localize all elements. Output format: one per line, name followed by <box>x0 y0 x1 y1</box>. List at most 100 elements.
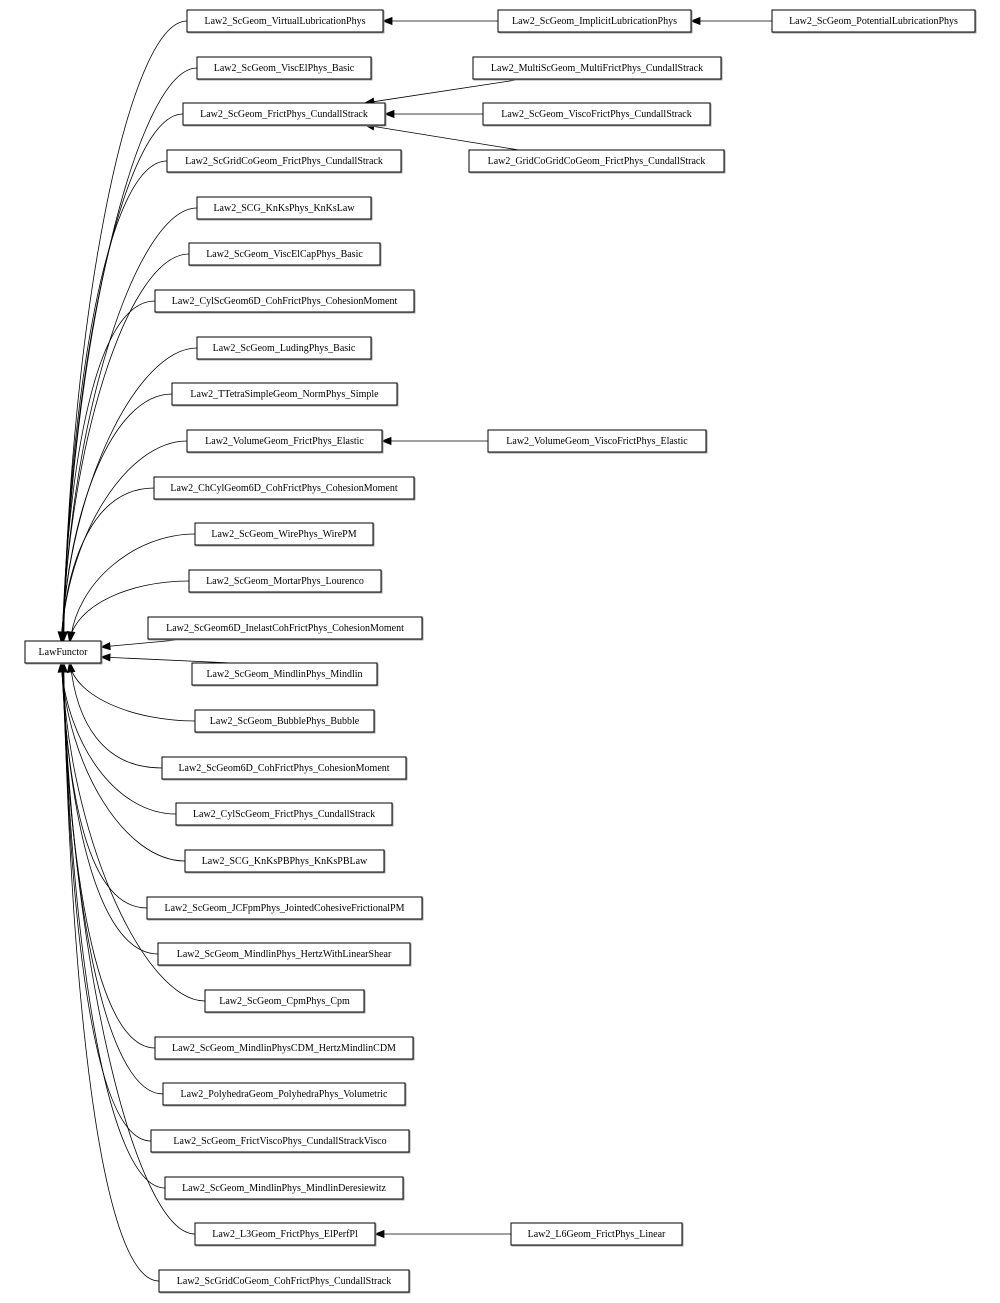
node-label: Law2_ScGridCoGeom_FrictPhys_CundallStrac… <box>185 156 383 167</box>
class-node-law2-scgeom-implicitlubricationphys[interactable]: Law2_ScGeom_ImplicitLubricationPhys <box>497 9 693 34</box>
node-label: Law2_TTetraSimpleGeom_NormPhys_Simple <box>190 389 379 400</box>
class-node-law2-scgeom-mortarphys-lourenco[interactable]: Law2_ScGeom_MortarPhys_Lourenco <box>188 569 383 594</box>
edge-line <box>63 20 188 642</box>
class-node-law2-scgeom6d-inelastcohfrictphys-cohesionmoment[interactable]: Law2_ScGeom6D_InelastCohFrictPhys_Cohesi… <box>147 616 424 641</box>
class-node-law2-polyhedrageom-polyhedraphys-volumetric[interactable]: Law2_PolyhedraGeom_PolyhedraPhys_Volumet… <box>162 1082 407 1107</box>
inheritance-edge-law2-ttetrasimplegeom-normphys-simple <box>57 393 173 643</box>
inheritance-edge-law2-scgeom6d-cohfrictphys-cohesionmoment <box>67 661 163 769</box>
edge-line <box>60 662 177 815</box>
node-label: Law2_ScGeom_MindlinPhys_Mindlin <box>206 669 362 680</box>
edge-line <box>63 662 160 1282</box>
class-node-law2-scgeom-virtuallubricationphys[interactable]: Law2_ScGeom_VirtualLubricationPhys <box>186 9 385 34</box>
edge-line <box>364 124 520 151</box>
node-label: Law2_ScGeom_MortarPhys_Lourenco <box>206 576 364 587</box>
node-label: Law2_MultiScGeom_MultiFrictPhys_CundallS… <box>491 63 703 74</box>
node-label: Law2_ScGeom_ViscElCapPhys_Basic <box>206 249 363 260</box>
class-node-law2-scg-knkspbphys-knkspblaw[interactable]: Law2_SCG_KnKsPBPhys_KnKsPBLaw <box>184 849 386 874</box>
inheritance-edge-law2-chcylgeom6d-cohfrictphys-cohesionmoment <box>57 487 155 643</box>
class-node-law2-scgeom-bubblephys-bubble[interactable]: Law2_ScGeom_BubblePhys_Bubble <box>194 709 376 734</box>
class-node-law2-chcylgeom6d-cohfrictphys-cohesionmoment[interactable]: Law2_ChCylGeom6D_CohFrictPhys_CohesionMo… <box>153 476 416 501</box>
node-label: Law2_ScGeom_MindlinPhys_HertzWithLinearS… <box>177 949 392 960</box>
class-node-law2-scgeom-cpmphys-cpm[interactable]: Law2_ScGeom_CpmPhys_Cpm <box>204 989 366 1014</box>
inheritance-edge-law2-volumegeom-viscofrictphys-elastic <box>380 436 488 446</box>
inheritance-edge-law2-scgeom-frictphys-cundallstrack <box>59 113 184 643</box>
inheritance-diagram: LawFunctor Law2_ScGeom_VirtualLubrication… <box>24 9 977 1294</box>
edge-line <box>100 656 233 664</box>
class-node-law2-scgridcogeom-frictphys-cundallstrack[interactable]: Law2_ScGridCoGeom_FrictPhys_CundallStrac… <box>166 149 403 174</box>
inheritance-edge-law2-scgeom-potentiallubricationphys <box>689 16 772 26</box>
edge-line <box>61 300 156 642</box>
node-label: Law2_ScGeom6D_CohFrictPhys_CohesionMomen… <box>178 763 389 774</box>
class-node-law2-gridcogridcogeom-frictphys-cundallstrack[interactable]: Law2_GridCoGridCoGeom_FrictPhys_CundallS… <box>468 149 726 174</box>
node-label: Law2_CylScGeom_FrictPhys_CundallStrack <box>193 809 375 820</box>
node-label: Law2_ScGeom_ViscElPhys_Basic <box>214 63 355 74</box>
inheritance-edge-law2-l6geom-frictphys-linear <box>373 1229 511 1239</box>
edge-line <box>62 160 168 642</box>
node-label: Law2_ScGeom_CpmPhys_Cpm <box>219 996 350 1007</box>
edge-line <box>68 662 196 722</box>
node-label: Law2_ScGeom_JCFpmPhys_JointedCohesiveFri… <box>165 903 405 914</box>
inheritance-edge-law2-scgeom-viscofrictphys-cundallstrack <box>383 109 483 119</box>
class-node-law2-scgeom-mindlinphys-mindlinderesiewitz[interactable]: Law2_ScGeom_MindlinPhys_MindlinDeresiewi… <box>164 1176 405 1201</box>
node-label: Law2_ScGeom_PotentialLubricationPhys <box>789 16 958 27</box>
node-label: Law2_ScGeom_VirtualLubricationPhys <box>204 16 365 27</box>
inheritance-edge-law2-volumegeom-frictphys-elastic <box>57 440 188 643</box>
inheritance-edge-law2-multiscgeom-multifrictphys-cundallstrack <box>363 78 524 106</box>
class-node-law2-scgeom-viscelphys-basic[interactable]: Law2_ScGeom_ViscElPhys_Basic <box>196 56 373 81</box>
node-label: Law2_SCG_KnKsPhys_KnKsLaw <box>213 203 355 214</box>
inheritance-edge-law2-scgeom-implicitlubricationphys <box>381 16 498 26</box>
node-label: Law2_ScGeom_ViscoFrictPhys_CundallStrack <box>501 109 692 120</box>
inheritance-edge-law2-scgeom-mindlinphyscdm-hertzmindlincdm <box>58 661 156 1049</box>
node-label: Law2_ScGeom_LudingPhys_Basic <box>213 343 356 354</box>
class-node-law2-multiscgeom-multifrictphys-cundallstrack[interactable]: Law2_MultiScGeom_MultiFrictPhys_CundallS… <box>472 56 723 81</box>
class-node-lawfunctor[interactable]: LawFunctor <box>24 640 103 665</box>
node-label: LawFunctor <box>39 647 89 658</box>
inheritance-edge-law2-gridcogridcogeom-frictphys-cundallstrack <box>363 122 520 151</box>
node-label: Law2_ScGeom6D_InelastCohFrictPhys_Cohesi… <box>166 623 404 634</box>
inheritance-edge-law2-scg-knksphys-knkslaw <box>58 207 198 643</box>
inheritance-edge-law2-scgridcogeom-cohfrictphys-cundallstrack <box>59 661 160 1282</box>
edge-line <box>62 113 184 642</box>
class-node-law2-scgeom-wirephys-wirepm[interactable]: Law2_ScGeom_WirePhys_WirePM <box>194 522 375 547</box>
nodes-layer: LawFunctor Law2_ScGeom_VirtualLubrication… <box>24 9 977 1294</box>
node-label: Law2_ScGeom_FrictViscoPhys_CundallStrack… <box>173 1136 386 1147</box>
class-node-law2-scgeom-jcfpmphys-jointedcohesivefrictionalpm[interactable]: Law2_ScGeom_JCFpmPhys_JointedCohesiveFri… <box>146 896 424 921</box>
class-node-law2-scgeom-ludingphys-basic[interactable]: Law2_ScGeom_LudingPhys_Basic <box>196 336 373 361</box>
edge-line <box>60 440 188 642</box>
inheritance-edge-law2-scgeom-bubblephys-bubble <box>66 661 196 722</box>
node-label: Law2_VolumeGeom_FrictPhys_Elastic <box>205 436 364 447</box>
node-label: Law2_VolumeGeom_ViscoFrictPhys_Elastic <box>506 436 688 447</box>
edge-line <box>62 662 152 1142</box>
class-node-law2-l3geom-frictphys-elperfpl[interactable]: Law2_L3Geom_FrictPhys_ElPerfPl <box>194 1222 377 1247</box>
edge-line <box>62 207 198 642</box>
node-label: Law2_SCG_KnKsPBPhys_KnKsPBLaw <box>202 856 368 867</box>
class-node-law2-scg-knksphys-knkslaw[interactable]: Law2_SCG_KnKsPhys_KnKsLaw <box>196 196 373 221</box>
class-node-law2-volumegeom-viscofrictphys-elastic[interactable]: Law2_VolumeGeom_ViscoFrictPhys_Elastic <box>487 429 708 454</box>
class-node-law2-l6geom-frictphys-linear[interactable]: Law2_L6Geom_FrictPhys_Linear <box>510 1222 684 1247</box>
class-node-law2-scgridcogeom-cohfrictphys-cundallstrack[interactable]: Law2_ScGridCoGeom_CohFrictPhys_CundallSt… <box>158 1269 411 1294</box>
class-node-law2-scgeom-viscofrictphys-cundallstrack[interactable]: Law2_ScGeom_ViscoFrictPhys_CundallStrack <box>482 102 712 127</box>
class-node-law2-scgeom-mindlinphyscdm-hertzmindlincdm[interactable]: Law2_ScGeom_MindlinPhysCDM_HertzMindlinC… <box>154 1036 415 1061</box>
class-node-law2-scgeom-frictphys-cundallstrack[interactable]: Law2_ScGeom_FrictPhys_CundallStrack <box>182 102 387 127</box>
class-node-law2-cylscgeom-frictphys-cundallstrack[interactable]: Law2_CylScGeom_FrictPhys_CundallStrack <box>175 802 394 827</box>
class-node-law2-scgeom-frictviscophys-cundallstrackvisco[interactable]: Law2_ScGeom_FrictViscoPhys_CundallStrack… <box>150 1129 411 1154</box>
class-node-law2-cylscgeom6d-cohfrictphys-cohesionmoment[interactable]: Law2_CylScGeom6D_CohFrictPhys_CohesionMo… <box>154 289 416 314</box>
node-label: Law2_PolyhedraGeom_PolyhedraPhys_Volumet… <box>180 1089 388 1100</box>
inheritance-edge-law2-scgeom6d-inelastcohfrictphys-cohesionmoment <box>99 638 189 651</box>
edge-line <box>364 78 524 104</box>
node-label: Law2_GridCoGridCoGeom_FrictPhys_CundallS… <box>488 156 706 167</box>
node-label: Law2_ScGeom_BubblePhys_Bubble <box>210 716 360 727</box>
edge-line <box>62 662 164 1095</box>
class-node-law2-scgeom6d-cohfrictphys-cohesionmoment[interactable]: Law2_ScGeom6D_CohFrictPhys_CohesionMomen… <box>161 756 408 781</box>
node-label: Law2_CylScGeom6D_CohFrictPhys_CohesionMo… <box>172 296 398 307</box>
inheritance-edge-law2-scgeom-virtuallubricationphys <box>59 20 188 643</box>
node-label: Law2_ScGeom_ImplicitLubricationPhys <box>512 16 677 27</box>
class-node-law2-scgeom-viscelcapphys-basic[interactable]: Law2_ScGeom_ViscElCapPhys_Basic <box>188 242 382 267</box>
class-node-law2-scgeom-mindlinphys-mindlin[interactable]: Law2_ScGeom_MindlinPhys_Mindlin <box>191 662 379 687</box>
class-node-law2-scgeom-potentiallubricationphys[interactable]: Law2_ScGeom_PotentialLubricationPhys <box>771 9 977 34</box>
class-node-law2-ttetrasimplegeom-normphys-simple[interactable]: Law2_TTetraSimpleGeom_NormPhys_Simple <box>171 382 399 407</box>
inheritance-edge-law2-cylscgeom-frictphys-cundallstrack <box>57 661 177 815</box>
class-node-law2-scgeom-mindlinphys-hertzwithlinearshear[interactable]: Law2_ScGeom_MindlinPhys_HertzWithLinearS… <box>157 942 412 967</box>
edge-line <box>69 662 163 769</box>
class-node-law2-volumegeom-frictphys-elastic[interactable]: Law2_VolumeGeom_FrictPhys_Elastic <box>186 429 384 454</box>
